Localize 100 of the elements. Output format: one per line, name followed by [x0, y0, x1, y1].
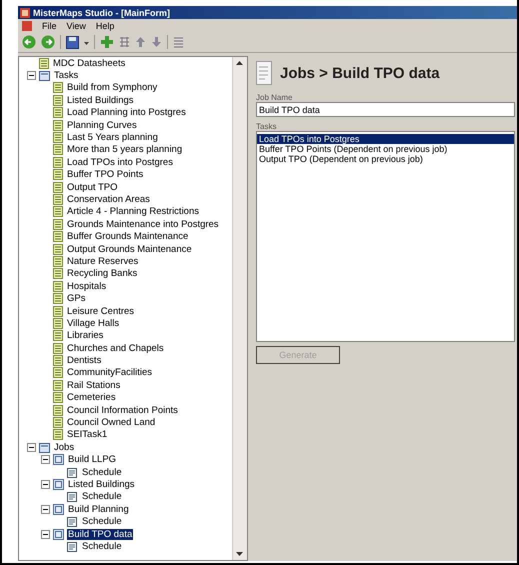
task-icon — [53, 404, 63, 416]
tree-item[interactable]: Build TPO data — [67, 528, 134, 540]
tree-item[interactable]: Last 5 Years planning — [66, 132, 159, 144]
tree-item[interactable]: Build Planning — [67, 504, 130, 515]
tree-item[interactable]: Listed Buildings — [66, 94, 135, 106]
tree-item[interactable]: Conservation Areas — [66, 194, 151, 205]
tree-item[interactable]: SEITask1 — [66, 429, 108, 440]
tree-item[interactable]: Load TPOs into Postgres — [66, 156, 174, 168]
back-icon[interactable] — [22, 35, 36, 49]
task-icon — [53, 169, 63, 180]
folder-icon — [39, 442, 50, 453]
job-icon — [53, 504, 64, 515]
task-icon — [53, 194, 63, 205]
tree-item[interactable]: Hospitals — [66, 280, 108, 292]
tree-item[interactable]: Tasks — [53, 70, 80, 82]
task-icon — [53, 342, 63, 354]
tree-item[interactable]: Listed Buildings — [67, 478, 136, 490]
collapse-icon[interactable] — [27, 71, 36, 80]
task-icon — [53, 268, 63, 280]
tree-item[interactable]: Council Owned Land — [66, 417, 156, 428]
task-icon — [53, 429, 63, 440]
task-icon — [53, 355, 63, 366]
tree-item[interactable]: Buffer Grounds Maintenance — [66, 231, 190, 242]
task-icon — [53, 182, 63, 193]
list-item[interactable]: Output TPO (Dependent on previous job) — [257, 154, 514, 164]
tree-item[interactable]: Village Halls — [66, 318, 120, 329]
tree-item[interactable]: GPs — [66, 293, 86, 304]
task-icon — [39, 58, 49, 69]
window-title: MisterMaps Studio - [MainForm] — [33, 8, 170, 18]
task-icon — [53, 107, 63, 118]
menu-item[interactable]: View — [66, 20, 86, 30]
tree-item[interactable]: Churches and Chapels — [66, 342, 165, 354]
tree-item[interactable]: Planning Curves — [66, 120, 138, 131]
tree-item[interactable]: Cemeteries — [66, 392, 117, 404]
tree-item[interactable]: CommunityFacilities — [66, 367, 153, 378]
tree-item[interactable]: Leisure Centres — [66, 306, 136, 316]
task-icon — [53, 380, 63, 391]
grid-icon[interactable] — [119, 36, 130, 48]
collapse-icon[interactable] — [41, 480, 50, 489]
task-icon — [53, 218, 63, 230]
field-label: Tasks — [256, 122, 278, 131]
list-icon[interactable] — [173, 36, 184, 48]
tree-item[interactable]: Rail Stations — [66, 380, 122, 391]
schedule-icon — [67, 466, 78, 478]
tree-item[interactable]: Recycling Banks — [66, 268, 138, 280]
task-icon — [53, 293, 63, 304]
tree-item[interactable]: Build from Symphony — [66, 82, 158, 94]
field-label: Job Name — [256, 93, 294, 102]
task-icon — [53, 120, 63, 131]
collapse-icon[interactable] — [41, 455, 50, 464]
tree-item[interactable]: Output Grounds Maintenance — [66, 244, 193, 255]
task-icon — [53, 94, 63, 106]
tree-item[interactable]: Schedule — [81, 466, 123, 478]
task-icon — [53, 244, 63, 255]
task-icon — [53, 367, 63, 378]
task-icon — [53, 144, 63, 156]
tree-item[interactable]: Build LLPG — [67, 454, 118, 466]
task-icon — [53, 306, 63, 316]
tree-item[interactable]: Council Information Points — [66, 404, 179, 416]
job-icon — [53, 528, 64, 540]
tree-item[interactable]: Output TPO — [66, 182, 119, 193]
tree-item[interactable]: Schedule — [81, 516, 123, 528]
list-item[interactable]: Load TPOs into Postgres — [257, 134, 514, 144]
task-icon — [53, 392, 63, 404]
tree-item[interactable]: Load Planning into Postgres — [66, 107, 187, 118]
list-item[interactable]: Buffer TPO Points (Dependent on previous job) — [257, 144, 514, 154]
tree-item[interactable]: Grounds Maintenance into Postgres — [66, 218, 220, 230]
menu-item[interactable]: File — [42, 20, 57, 30]
tree-item[interactable]: Libraries — [66, 330, 104, 342]
forward-icon[interactable] — [41, 35, 55, 49]
collapse-icon[interactable] — [41, 504, 50, 514]
scrollbar[interactable] — [232, 57, 247, 560]
job-icon — [53, 454, 64, 466]
page-title: Jobs > Build TPO data — [280, 64, 440, 82]
task-icon — [53, 256, 63, 267]
save-icon[interactable] — [66, 36, 79, 48]
schedule-icon — [67, 516, 78, 528]
folder-icon — [39, 70, 50, 82]
tree-item[interactable]: Schedule — [81, 491, 123, 502]
tree-item[interactable]: Article 4 - Planning Restrictions — [66, 206, 200, 218]
task-icon — [53, 318, 63, 329]
job-icon — [53, 478, 64, 490]
tree-item[interactable]: MDC Datasheets — [52, 58, 126, 69]
tree-item[interactable]: Dentists — [66, 355, 102, 366]
collapse-icon[interactable] — [27, 442, 36, 452]
task-icon — [53, 231, 63, 242]
tasks-list[interactable]: Load TPOs into Postgres Buffer TPO Points (Dependent on previous job) Output TPO (Dependent on previous job) — [256, 131, 515, 342]
task-icon — [53, 82, 63, 94]
tree-item[interactable]: Schedule — [81, 540, 123, 552]
tree-item[interactable]: Nature Reserves — [66, 256, 140, 267]
task-icon — [53, 132, 63, 144]
schedule-icon — [67, 491, 78, 502]
menu-item[interactable]: Help — [96, 20, 114, 30]
tree-item[interactable]: Buffer TPO Points — [66, 169, 144, 180]
schedule-icon — [67, 540, 78, 552]
collapse-icon[interactable] — [41, 530, 50, 539]
tree-item[interactable]: More than 5 years planning — [66, 144, 184, 156]
job-name-field[interactable]: Build TPO data — [256, 102, 515, 117]
task-icon — [53, 156, 63, 168]
tree-item[interactable]: Jobs — [53, 442, 76, 453]
